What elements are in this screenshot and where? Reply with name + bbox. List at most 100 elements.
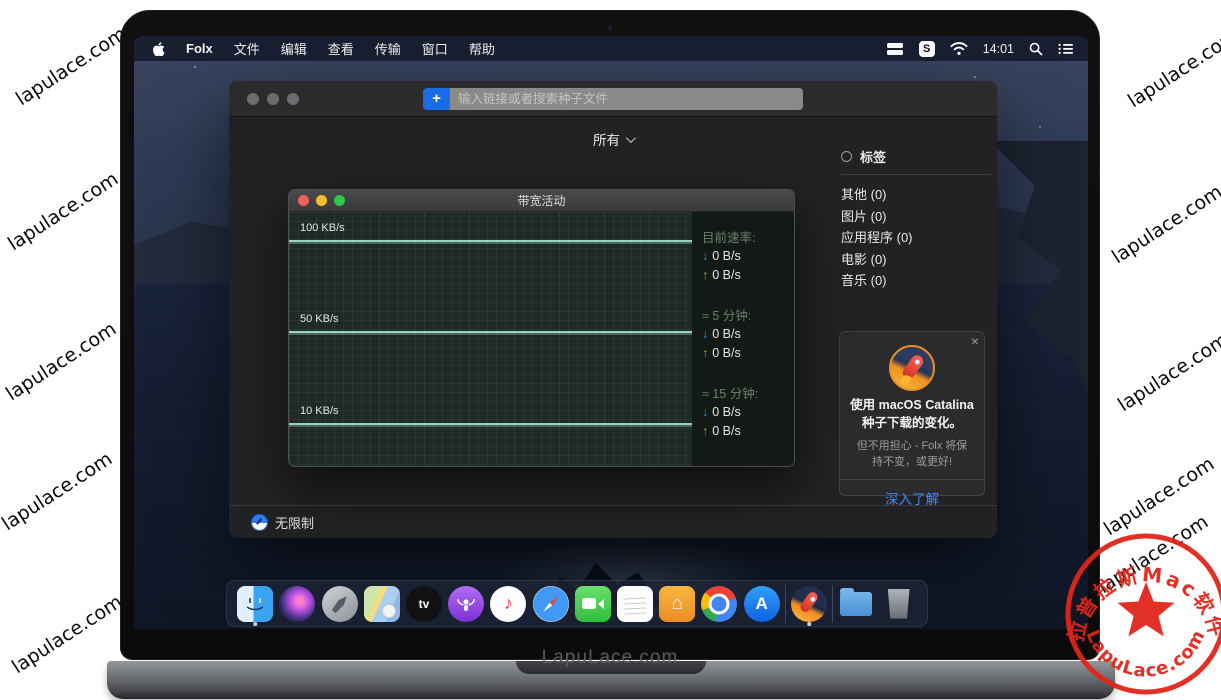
- tags-header[interactable]: 标签: [841, 147, 991, 175]
- compass-needle-icon: [541, 594, 559, 612]
- down-arrow-icon: ↓: [702, 247, 708, 266]
- maps-icon: [364, 586, 400, 622]
- podcasts-icon: [448, 586, 484, 622]
- bandwidth-window: 带宽活动 100 KB/s 50 KB/s 10 KB/s: [288, 189, 795, 467]
- spotlight-search-icon[interactable]: [1029, 42, 1043, 56]
- current-rate-label: 目前速率:: [702, 230, 794, 247]
- safari-icon: [533, 586, 569, 622]
- menu-file[interactable]: 文件: [234, 39, 260, 58]
- dock-item-downloads[interactable]: [837, 582, 875, 626]
- up-arrow-icon: ↑: [702, 422, 708, 441]
- menu-transfer[interactable]: 传输: [375, 39, 401, 58]
- axis-label-100: 100 KB/s: [300, 222, 345, 234]
- menu-view[interactable]: 查看: [328, 39, 354, 58]
- current-rate-group: 目前速率: ↓0 B/s ↑0 B/s: [702, 230, 794, 285]
- minimize-window-button[interactable]: [267, 93, 279, 105]
- dock-item-apple-tv[interactable]: tv: [405, 582, 443, 626]
- bandwidth-title-bar[interactable]: 带宽活动: [289, 190, 794, 212]
- tag-applications[interactable]: 应用程序 (0): [841, 227, 991, 249]
- siri-icon: [279, 586, 315, 622]
- dock-item-podcasts[interactable]: [447, 582, 485, 626]
- tags-header-label: 标签: [860, 147, 886, 166]
- up-arrow-icon: ↑: [702, 266, 708, 285]
- gridline-10: [289, 423, 692, 425]
- dock-item-launchpad[interactable]: [321, 582, 359, 626]
- dock-item-home[interactable]: ⌂: [658, 582, 696, 626]
- wifi-icon[interactable]: [950, 42, 968, 56]
- dock-item-siri[interactable]: [278, 582, 316, 626]
- menu-list-icon[interactable]: [1058, 43, 1074, 55]
- dock-item-music[interactable]: ♪: [489, 582, 527, 626]
- watermark: lapulace.com: [1124, 25, 1221, 112]
- tag-other[interactable]: 其他 (0): [841, 184, 991, 206]
- dock-item-facetime[interactable]: [574, 582, 612, 626]
- rocket-icon: [799, 590, 820, 614]
- page: { "watermark": { "text": "lapulace.com" …: [0, 0, 1221, 700]
- five-min-label: ≈ 5 分钟:: [702, 308, 794, 325]
- close-window-button[interactable]: [247, 93, 259, 105]
- download-rate-value: 0 B/s: [712, 247, 741, 266]
- download-rate-value: 0 B/s: [712, 325, 741, 344]
- watermark: lapulace.com: [0, 448, 116, 535]
- dock-item-maps[interactable]: [363, 582, 401, 626]
- promo-title-line1: 使用 macOS Catalina: [840, 397, 984, 415]
- laptop-frame: Folx 文件 编辑 查看 传输 窗口 帮助 S: [120, 10, 1100, 660]
- dock-item-safari[interactable]: [532, 582, 570, 626]
- promo-card: × 使用 macOS Catalina 种子下载的变化。 但不用担心 - Fol…: [839, 331, 985, 496]
- dock-item-trash[interactable]: [880, 582, 918, 626]
- add-task-button[interactable]: +: [423, 88, 450, 110]
- dock-item-notes[interactable]: [616, 582, 654, 626]
- up-arrow-icon: ↑: [702, 344, 708, 363]
- download-rate-value: 0 B/s: [712, 403, 741, 422]
- speed-limit-label: 无限制: [275, 513, 314, 532]
- menu-help[interactable]: 帮助: [469, 39, 495, 58]
- down-arrow-icon: ↓: [702, 325, 708, 344]
- bandwidth-window-title: 带宽活动: [289, 192, 794, 209]
- dock-item-chrome[interactable]: [700, 582, 738, 626]
- webcam-icon: [608, 25, 613, 30]
- disk-stack-icon[interactable]: [886, 42, 904, 56]
- menu-edit[interactable]: 编辑: [281, 39, 307, 58]
- apple-logo-icon[interactable]: [152, 41, 165, 56]
- bezel-watermark: LapuLace.com: [121, 647, 1099, 669]
- apple-tv-icon: tv: [406, 586, 442, 622]
- home-icon: ⌂: [659, 586, 695, 622]
- tag-music[interactable]: 音乐 (0): [841, 270, 991, 292]
- menu-window[interactable]: 窗口: [422, 39, 448, 58]
- filter-dropdown[interactable]: 所有: [593, 129, 633, 149]
- dock-separator: [785, 585, 786, 623]
- tv-glyph: tv: [419, 597, 430, 611]
- dock-item-folx[interactable]: [790, 582, 828, 626]
- folx-app-icon: [889, 345, 935, 391]
- music-icon: ♪: [490, 586, 526, 622]
- menu-app-name[interactable]: Folx: [186, 41, 213, 56]
- chevron-down-icon: [626, 133, 636, 143]
- tag-movies[interactable]: 电影 (0): [841, 249, 991, 271]
- gridline-50: [289, 331, 692, 333]
- search-input[interactable]: [450, 88, 803, 110]
- speed-limit-icon[interactable]: [251, 514, 268, 531]
- dock-separator: [832, 585, 833, 623]
- close-icon[interactable]: ×: [971, 333, 979, 349]
- zoom-window-button[interactable]: [287, 93, 299, 105]
- s-app-status-icon[interactable]: S: [919, 41, 935, 57]
- dock-item-app-store[interactable]: A: [743, 582, 781, 626]
- chrome-icon: [701, 586, 737, 622]
- watermark: lapulace.com: [4, 168, 122, 255]
- finder-icon: [237, 586, 273, 622]
- menu-bar-clock[interactable]: 14:01: [983, 42, 1014, 56]
- running-indicator: [253, 622, 257, 626]
- screen: Folx 文件 编辑 查看 传输 窗口 帮助 S: [134, 36, 1088, 629]
- search-bar: +: [423, 88, 803, 110]
- notes-icon: [617, 586, 653, 622]
- running-indicator: [807, 622, 811, 626]
- five-min-group: ≈ 5 分钟: ↓0 B/s ↑0 B/s: [702, 308, 794, 363]
- learn-more-link[interactable]: 深入了解: [840, 479, 984, 508]
- folx-toolbar: +: [229, 81, 997, 117]
- flame-icon: [899, 374, 912, 388]
- music-note-glyph: ♪: [504, 593, 513, 614]
- dock-item-finder[interactable]: [236, 582, 274, 626]
- gridline-100: [289, 240, 692, 242]
- tag-pictures[interactable]: 图片 (0): [841, 206, 991, 228]
- folx-status-bar: 无限制: [229, 505, 997, 538]
